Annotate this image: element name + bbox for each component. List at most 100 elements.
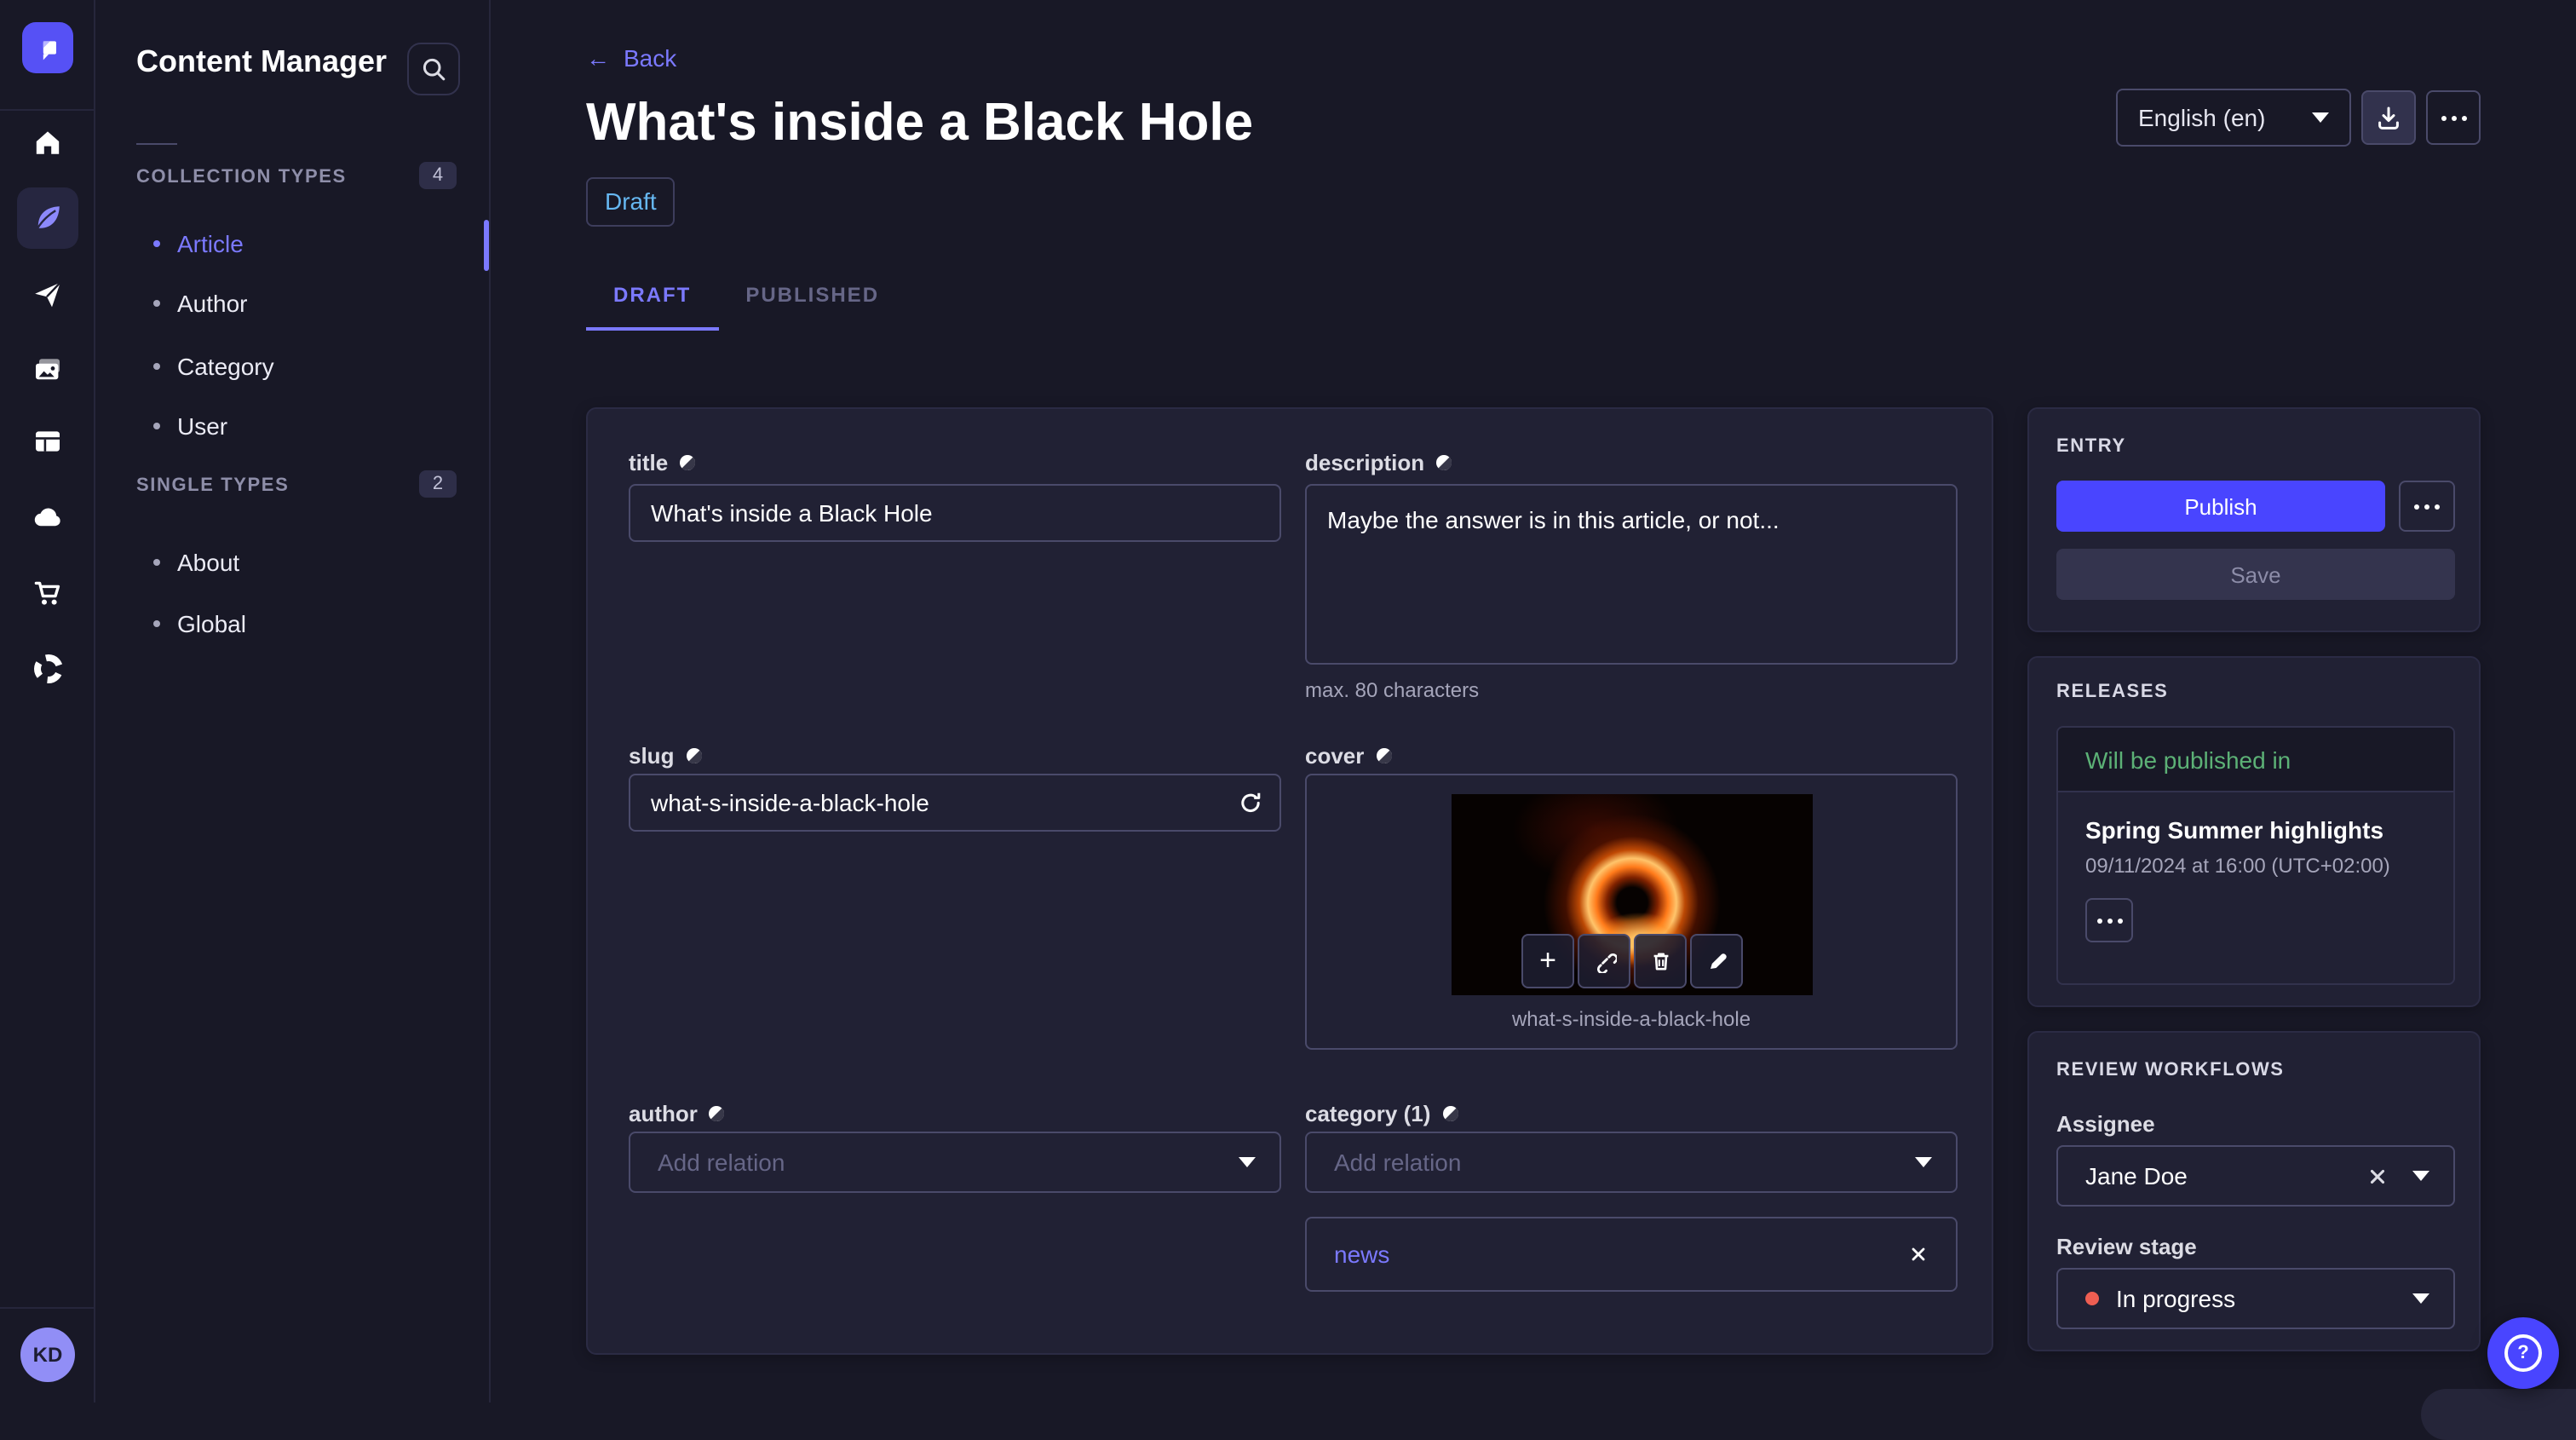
slug-input[interactable] bbox=[629, 774, 1281, 832]
globe-icon bbox=[1436, 455, 1452, 471]
regenerate-slug-button[interactable] bbox=[1237, 789, 1264, 825]
sidebar-item-global[interactable]: Global bbox=[153, 608, 246, 639]
category-tag-news[interactable]: news bbox=[1305, 1217, 1958, 1292]
sidebar-item-category[interactable]: Category bbox=[153, 351, 274, 382]
locale-value: English (en) bbox=[2138, 104, 2266, 131]
cover-add-button[interactable]: + bbox=[1521, 934, 1574, 988]
sidebar-item-label: About bbox=[177, 549, 240, 576]
help-button[interactable]: ? bbox=[2487, 1317, 2559, 1389]
review-stage-select[interactable]: In progress bbox=[2056, 1268, 2455, 1329]
download-button[interactable] bbox=[2361, 90, 2416, 145]
category-relation-select[interactable]: Add relation bbox=[1305, 1132, 1958, 1193]
search-button[interactable] bbox=[407, 43, 460, 95]
back-arrow-icon: ← bbox=[586, 44, 610, 72]
cutoff-bottom-button[interactable] bbox=[2421, 1389, 2576, 1440]
sidebar-item-label: Article bbox=[177, 230, 244, 257]
cover-edit-button[interactable] bbox=[1690, 934, 1743, 988]
chevron-down-icon bbox=[1915, 1157, 1932, 1167]
rail-item-home[interactable] bbox=[17, 112, 78, 174]
bullet-icon bbox=[153, 300, 160, 307]
assignee-select[interactable]: Jane Doe bbox=[2056, 1145, 2455, 1207]
active-item-indicator bbox=[484, 220, 489, 271]
author-relation-select[interactable]: Add relation bbox=[629, 1132, 1281, 1193]
cover-delete-button[interactable] bbox=[1634, 934, 1687, 988]
bullet-icon bbox=[153, 620, 160, 627]
sidebar-item-user[interactable]: User bbox=[153, 411, 227, 441]
title-input[interactable] bbox=[629, 484, 1281, 542]
back-link[interactable]: ← Back bbox=[586, 44, 676, 72]
rail-item-content-manager[interactable] bbox=[17, 187, 78, 249]
release-card-header: Will be published in bbox=[2058, 728, 2453, 792]
content-manager-sidebar: Content Manager COLLECTION TYPES 4 Artic… bbox=[95, 0, 491, 1403]
rail-item-marketplace[interactable] bbox=[17, 562, 78, 624]
page-title: What's inside a Black Hole bbox=[586, 92, 1254, 152]
cover-field: + what-s-inside-a-black-hole bbox=[1305, 774, 1958, 1050]
assignee-value: Jane Doe bbox=[2085, 1162, 2188, 1189]
strapi-logo[interactable] bbox=[22, 22, 73, 73]
assignee-label: Assignee bbox=[2056, 1111, 2155, 1137]
version-tabs: DRAFT PUBLISHED bbox=[586, 269, 906, 331]
chevron-down-icon bbox=[2412, 1293, 2429, 1304]
chevron-down-icon bbox=[2312, 112, 2329, 123]
download-icon bbox=[2378, 107, 2399, 130]
home-icon bbox=[36, 131, 60, 154]
save-button[interactable]: Save bbox=[2056, 549, 2455, 600]
release-card-body: Spring Summer highlights 09/11/2024 at 1… bbox=[2058, 792, 2453, 966]
edit-form-card: title description Maybe the answer is in… bbox=[586, 407, 1993, 1355]
globe-icon bbox=[709, 1106, 725, 1122]
tab-draft[interactable]: DRAFT bbox=[586, 269, 719, 331]
sidebar-item-author[interactable]: Author bbox=[153, 288, 248, 319]
category-placeholder: Add relation bbox=[1334, 1149, 1462, 1176]
entry-panel: ENTRY Publish Save bbox=[2027, 407, 2481, 632]
rail-item-deploy[interactable] bbox=[17, 487, 78, 549]
publish-button[interactable]: Publish bbox=[2056, 481, 2385, 532]
description-hint: max. 80 characters bbox=[1305, 678, 1480, 702]
locale-select[interactable]: English (en) bbox=[2116, 89, 2351, 147]
sidebar-item-about[interactable]: About bbox=[153, 547, 239, 578]
tab-published[interactable]: PUBLISHED bbox=[718, 269, 906, 331]
plus-icon: + bbox=[1539, 944, 1556, 976]
bullet-icon bbox=[153, 559, 160, 566]
link-icon bbox=[1596, 953, 1616, 973]
review-panel-title: REVIEW WORKFLOWS bbox=[2056, 1060, 2285, 1080]
globe-icon bbox=[686, 748, 702, 764]
cloud-icon bbox=[34, 508, 60, 527]
chevron-down-icon bbox=[1239, 1157, 1256, 1167]
releases-panel-title: RELEASES bbox=[2056, 682, 2169, 702]
cover-copy-link-button[interactable] bbox=[1578, 934, 1630, 988]
rail-item-releases[interactable] bbox=[17, 264, 78, 325]
releases-panel: RELEASES Will be published in Spring Sum… bbox=[2027, 656, 2481, 1007]
strapi-logo-icon bbox=[42, 40, 55, 60]
header-more-button[interactable] bbox=[2426, 90, 2481, 145]
back-label: Back bbox=[624, 44, 677, 72]
description-textarea[interactable]: Maybe the answer is in this article, or … bbox=[1305, 484, 1958, 665]
sidebar-item-article[interactable]: Article bbox=[153, 228, 244, 259]
title-field-label: title bbox=[629, 450, 697, 475]
chevron-down-icon bbox=[2412, 1171, 2429, 1181]
rail-item-settings[interactable] bbox=[17, 637, 78, 699]
avatar[interactable]: KD bbox=[20, 1328, 75, 1382]
entry-more-button[interactable] bbox=[2399, 481, 2455, 532]
refresh-icon bbox=[1241, 792, 1261, 813]
release-more-button[interactable] bbox=[2085, 898, 2133, 942]
more-icon bbox=[2096, 918, 2122, 923]
media-library-icon bbox=[36, 359, 60, 380]
cover-actions: + bbox=[1521, 934, 1743, 988]
clear-assignee-icon[interactable] bbox=[2366, 1165, 2389, 1187]
author-field-label: author bbox=[629, 1101, 727, 1126]
feather-icon bbox=[36, 206, 60, 230]
rail-item-content-type-builder[interactable] bbox=[17, 411, 78, 472]
section-single-types: SINGLE TYPES bbox=[136, 475, 290, 496]
bullet-icon bbox=[153, 363, 160, 370]
globe-icon bbox=[680, 455, 696, 471]
paper-plane-icon bbox=[35, 281, 61, 308]
close-icon[interactable] bbox=[1908, 1244, 1929, 1264]
globe-icon bbox=[1442, 1106, 1458, 1122]
collection-types-count-badge: 4 bbox=[419, 162, 457, 189]
help-icon: ? bbox=[2504, 1334, 2542, 1372]
rail-item-media-library[interactable] bbox=[17, 339, 78, 400]
review-workflows-panel: REVIEW WORKFLOWS Assignee Jane Doe Revie… bbox=[2027, 1031, 2481, 1351]
stage-value: In progress bbox=[2116, 1285, 2236, 1312]
sidebar-item-label: Global bbox=[177, 610, 246, 637]
layout-icon bbox=[36, 431, 60, 452]
